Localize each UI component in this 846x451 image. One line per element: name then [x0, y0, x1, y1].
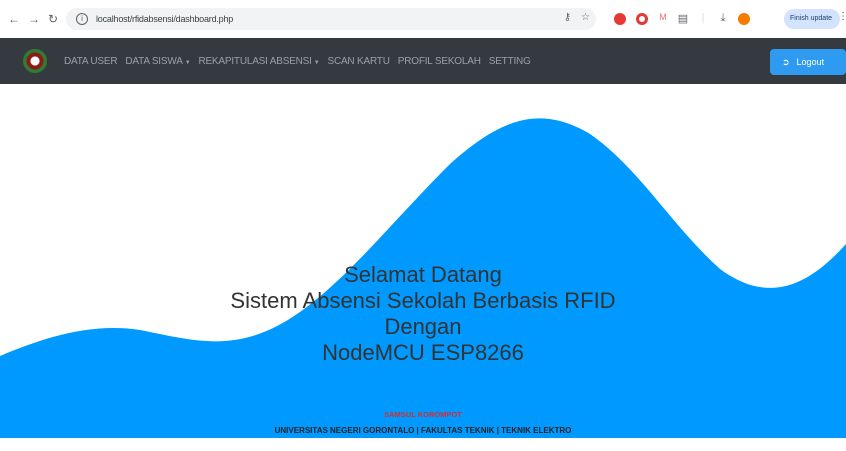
welcome-line-3: Dengan [384, 314, 462, 339]
bookmark-star-icon[interactable]: ☆ [581, 12, 590, 23]
nav-item-profil-sekolah[interactable]: PROFIL SEKOLAH [398, 56, 481, 67]
site-info-icon[interactable]: i [76, 13, 88, 25]
caret-down-icon: ▼ [313, 59, 320, 66]
back-arrow-icon[interactable]: ← [6, 12, 22, 26]
wave-background [0, 118, 846, 438]
nav-item-setting[interactable]: SETTING [489, 56, 531, 67]
nav-item-scan-kartu[interactable]: SCAN KARTU [327, 56, 389, 67]
logout-icon: ➲ [782, 57, 790, 67]
school-logo-icon[interactable] [23, 49, 47, 73]
key-icon[interactable]: ⚷ [564, 12, 571, 23]
logout-button[interactable]: ➲ Logout [770, 49, 846, 75]
browser-toolbar: ← → ↻ i localhost/rfidabsensi/dashboard.… [0, 0, 846, 38]
download-icon[interactable]: ⤓ [716, 12, 730, 25]
app-navbar: DATA USER DATA SISWA ▼ REKAPITULASI ABSEN… [0, 38, 846, 84]
profile-avatar-icon[interactable] [738, 13, 750, 25]
welcome-line-2: Sistem Absensi Sekolah Berbasis RFID [230, 288, 616, 313]
address-bar[interactable]: i localhost/rfidabsensi/dashboard.php ⚷ … [66, 8, 596, 30]
welcome-line-4: NodeMCU ESP8266 [322, 340, 524, 365]
nav-menu: DATA USER DATA SISWA ▼ REKAPITULASI ABSEN… [64, 38, 531, 84]
toolbar-divider: | [701, 12, 705, 24]
hero-section: Selamat Datang Sistem Absensi Sekolah Be… [0, 84, 846, 438]
institution-text: UNIVERSITAS NEGERI GORONTALO | FAKULTAS … [274, 426, 572, 435]
welcome-line-1: Selamat Datang [344, 262, 502, 287]
url-text[interactable]: localhost/rfidabsensi/dashboard.php [96, 14, 233, 24]
browser-menu-icon[interactable]: ⋮ [838, 11, 846, 22]
forward-arrow-icon[interactable]: → [26, 12, 42, 26]
nav-item-data-siswa[interactable]: DATA SISWA ▼ [125, 56, 190, 67]
reload-icon[interactable]: ↻ [45, 12, 61, 26]
author-name: SAMSUL KOROMPOT [384, 410, 462, 419]
extension-m-icon[interactable]: M [656, 12, 670, 22]
nav-item-rekapitulasi-absensi[interactable]: REKAPITULASI ABSENSI ▼ [198, 56, 319, 67]
extension-red-icon[interactable] [614, 13, 626, 25]
opera-extension-icon[interactable] [636, 13, 648, 25]
welcome-text: Selamat Datang Sistem Absensi Sekolah Be… [0, 262, 846, 366]
extensions-puzzle-icon[interactable]: ▤ [676, 12, 690, 25]
finish-update-button[interactable]: Finish update [784, 9, 840, 29]
nav-item-data-user[interactable]: DATA USER [64, 56, 118, 67]
caret-down-icon: ▼ [184, 59, 191, 66]
